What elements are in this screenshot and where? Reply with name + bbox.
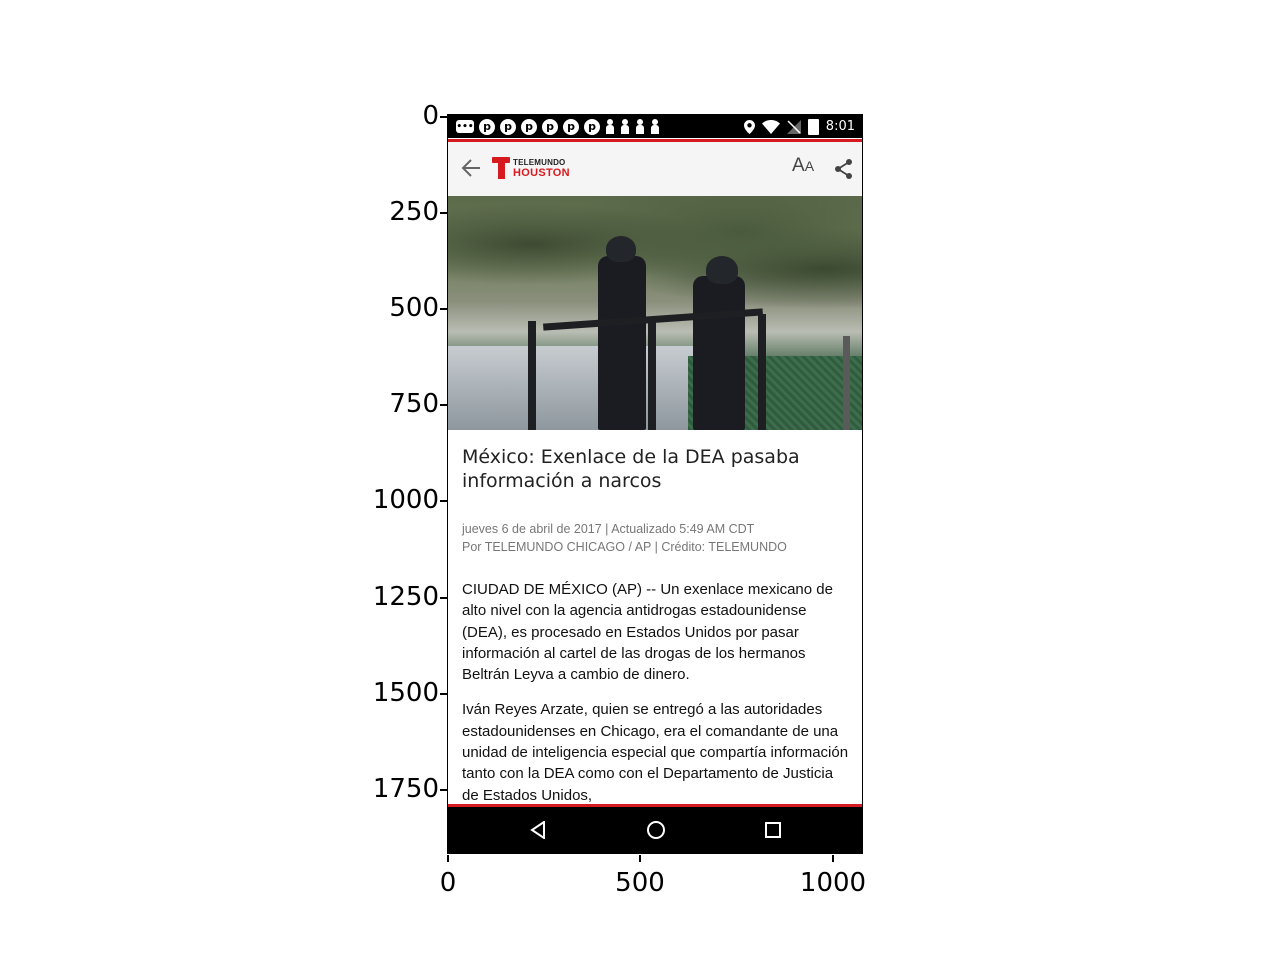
notification-area: ••• p p p p p p [448, 118, 660, 135]
y-tick-mark [440, 116, 447, 118]
pinterest-icon: p [542, 118, 558, 135]
article-body: CIUDAD DE MÉXICO (AP) -- Un exenlace mex… [462, 579, 852, 806]
signal-icon [786, 119, 801, 134]
article-content: México: Exenlace de la DEA pasaba inform… [462, 445, 852, 820]
article-date: jueves 6 de abril de 2017 | Actualizado … [462, 522, 755, 536]
y-tick-label: 1000 [372, 485, 439, 515]
font-size-big-letter: A [792, 155, 805, 176]
logo-city-text: HOUSTON [513, 167, 570, 179]
telemundo-t-icon [492, 157, 510, 179]
system-tray: 8:01 [743, 115, 855, 138]
x-tick-mark [639, 855, 641, 862]
battery-icon [807, 118, 819, 135]
message-icon: ••• [456, 120, 474, 133]
y-tick-mark [440, 212, 447, 214]
wifi-icon [761, 119, 780, 134]
location-icon [743, 119, 755, 134]
phone-screen: ••• p p p p p p 8:01 TELEMUNDO HOUSTON A… [448, 115, 863, 854]
pinterest-icon: p [479, 118, 495, 135]
nav-home-icon[interactable] [647, 821, 665, 839]
pinterest-icon: p [563, 118, 579, 135]
font-size-button[interactable]: AA [792, 155, 814, 177]
y-tick-mark [440, 308, 447, 310]
pinterest-icon: p [584, 118, 600, 135]
x-tick-label: 500 [615, 868, 665, 898]
y-tick-mark [440, 789, 447, 791]
pawn-icon [635, 119, 645, 135]
y-tick-mark [440, 500, 447, 502]
y-tick-mark [440, 404, 447, 406]
article-byline: Por TELEMUNDO CHICAGO / AP | Crédito: TE… [462, 540, 787, 554]
y-tick-label: 500 [389, 293, 439, 323]
article-paragraph: Iván Reyes Arzate, quien se entregó a la… [462, 701, 849, 804]
article-headline: México: Exenlace de la DEA pasaba inform… [462, 446, 800, 492]
article-hero-image[interactable] [448, 196, 863, 430]
y-tick-mark [440, 597, 447, 599]
font-size-small-letter: A [804, 158, 815, 174]
x-tick-label: 1000 [799, 868, 867, 898]
y-tick-label: 1500 [372, 678, 439, 708]
back-arrow-icon[interactable] [460, 154, 482, 182]
y-tick-label: 1750 [372, 774, 439, 804]
pinterest-icon: p [500, 118, 516, 135]
status-bar: ••• p p p p p p 8:01 [448, 115, 863, 138]
app-bar: TELEMUNDO HOUSTON AA [448, 142, 863, 197]
x-tick-mark [447, 855, 449, 862]
y-tick-label: 750 [389, 389, 439, 419]
pinterest-icon: p [521, 118, 537, 135]
nav-recents-icon[interactable] [765, 822, 781, 838]
nav-back-icon[interactable] [530, 821, 546, 839]
y-tick-label: 0 [422, 101, 439, 131]
x-tick-label: 0 [439, 868, 457, 898]
clock: 8:01 [825, 119, 855, 134]
telemundo-logo[interactable]: TELEMUNDO HOUSTON [492, 155, 570, 181]
system-nav-bar [448, 807, 863, 854]
article-meta: jueves 6 de abril de 2017 | Actualizado … [462, 520, 852, 556]
pawn-icon [620, 119, 630, 135]
article-paragraph: CIUDAD DE MÉXICO (AP) -- Un exenlace mex… [462, 581, 833, 684]
x-tick-mark [832, 855, 834, 862]
y-tick-label: 1250 [372, 582, 439, 612]
y-tick-label: 250 [389, 197, 439, 227]
share-icon[interactable] [834, 158, 854, 180]
y-tick-mark [440, 693, 447, 695]
pawn-icon [605, 119, 615, 135]
pawn-icon [650, 119, 660, 135]
